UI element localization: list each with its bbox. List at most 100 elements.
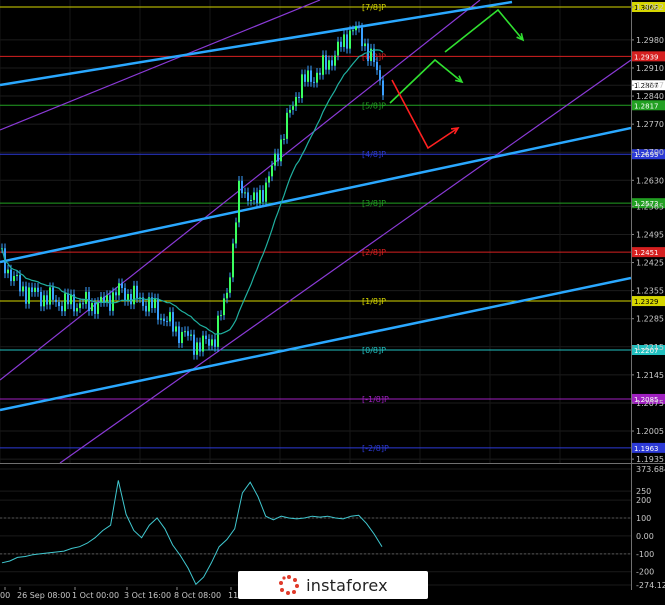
candle-body <box>337 41 339 56</box>
candle-body <box>94 303 96 314</box>
candle-body <box>376 61 378 71</box>
candle-body <box>316 72 318 83</box>
trend-line-mid <box>0 126 631 264</box>
candle-body <box>259 190 261 204</box>
price-tick-label: 1.3062 <box>636 3 664 12</box>
candle-body <box>52 287 54 300</box>
candle-body <box>232 243 234 278</box>
price-tick-label: 1.2910 <box>636 64 664 73</box>
candles <box>1 21 384 360</box>
candle-body <box>190 334 192 336</box>
cci-tick-label: 0.00 <box>636 532 654 541</box>
time-tick-label: 1 Oct 00:00 <box>72 591 119 600</box>
candle-body <box>43 295 45 307</box>
price-tick-label: 1.2495 <box>636 230 664 239</box>
candle-body <box>355 26 357 31</box>
candle-body <box>76 308 78 312</box>
cci-tick-label: 200 <box>636 496 651 505</box>
candle-body <box>88 291 90 311</box>
candle-body <box>208 339 210 346</box>
candle-body <box>247 192 249 201</box>
candle-body <box>334 55 336 66</box>
price-label: 1.2329 <box>634 298 659 306</box>
murray-level-label: [3/8]P <box>362 199 386 208</box>
time-tick-label: 00 <box>0 591 10 600</box>
candle-body <box>103 296 105 302</box>
candle-body <box>379 70 381 81</box>
candle-body <box>184 331 186 333</box>
candle-body <box>343 34 345 47</box>
candle-body <box>328 60 330 70</box>
murray-level-label: [0/8]P <box>362 346 386 355</box>
murray-level-label: [4/8]P <box>362 150 386 159</box>
candle-body <box>244 192 246 194</box>
candle-body <box>154 298 156 309</box>
candle-body <box>235 222 237 244</box>
candle-body <box>262 190 264 202</box>
candle-body <box>214 339 216 347</box>
cci-tick-label: 100 <box>636 514 651 523</box>
candle-body <box>40 291 42 307</box>
price-tick-label: 1.2770 <box>636 120 664 129</box>
candle-body <box>313 81 315 83</box>
murray-level-label: [2/8]P <box>362 248 386 257</box>
cci-tick-label: 373.6844 <box>636 465 665 474</box>
candle-body <box>238 180 240 223</box>
price-tick-label: 1.2215 <box>636 343 664 352</box>
candle-body <box>118 283 120 296</box>
candle-body <box>61 306 63 312</box>
candle-body <box>223 298 225 316</box>
candle-body <box>283 138 285 140</box>
murray-level-label: [7/8]P <box>362 3 386 12</box>
candle-body <box>67 293 69 305</box>
candle-body <box>352 30 354 32</box>
time-tick-label: 3 Oct 16:00 <box>124 591 171 600</box>
cci-tick-label: -274.124 <box>636 581 665 590</box>
candle-body <box>16 274 18 277</box>
candle-body <box>241 180 243 194</box>
candle-body <box>271 165 273 177</box>
candle-body <box>265 182 267 202</box>
price-tick-label: 1.2980 <box>636 36 664 45</box>
candle-body <box>199 342 201 352</box>
candle-body <box>10 269 12 282</box>
candle-body <box>220 315 222 317</box>
candle-body <box>25 286 27 304</box>
candle-body <box>136 285 138 299</box>
candle-body <box>346 34 348 49</box>
price-tick-label: 1.1935 <box>636 455 664 464</box>
candle-body <box>268 176 270 183</box>
candle-body <box>382 80 384 96</box>
candle-body <box>181 331 183 344</box>
price-tick-label: 1.2285 <box>636 315 664 324</box>
murray-level-label: [-1/8]P <box>362 395 389 404</box>
candle-body <box>277 153 279 162</box>
murray-level-label: [-2/8]P <box>362 444 389 453</box>
candle-body <box>58 302 60 307</box>
candle-body <box>187 331 189 336</box>
candle-body <box>319 72 321 75</box>
candle-body <box>286 112 288 139</box>
price-tick-label: 1.2630 <box>636 176 664 185</box>
cci-line <box>1 480 383 586</box>
candle-body <box>292 106 294 110</box>
candle-body <box>322 55 324 75</box>
candle-body <box>178 326 180 344</box>
candle-body <box>28 287 30 304</box>
candle-body <box>304 74 306 82</box>
candle-body <box>163 318 165 322</box>
candle-body <box>349 30 351 49</box>
channel-line-upper <box>0 0 321 131</box>
candle-body <box>295 96 297 107</box>
instaforex-logo: instaforex <box>238 571 428 599</box>
candle-body <box>325 55 327 70</box>
candle-body <box>55 299 57 303</box>
candle-body <box>13 276 15 282</box>
price-tick-label: 1.2867 <box>636 81 664 90</box>
candle-body <box>49 287 51 305</box>
candle-body <box>34 287 36 292</box>
candle-body <box>226 292 228 299</box>
candle-body <box>31 287 33 292</box>
price-tick-label: 1.2355 <box>636 287 664 296</box>
candle-body <box>37 287 39 292</box>
